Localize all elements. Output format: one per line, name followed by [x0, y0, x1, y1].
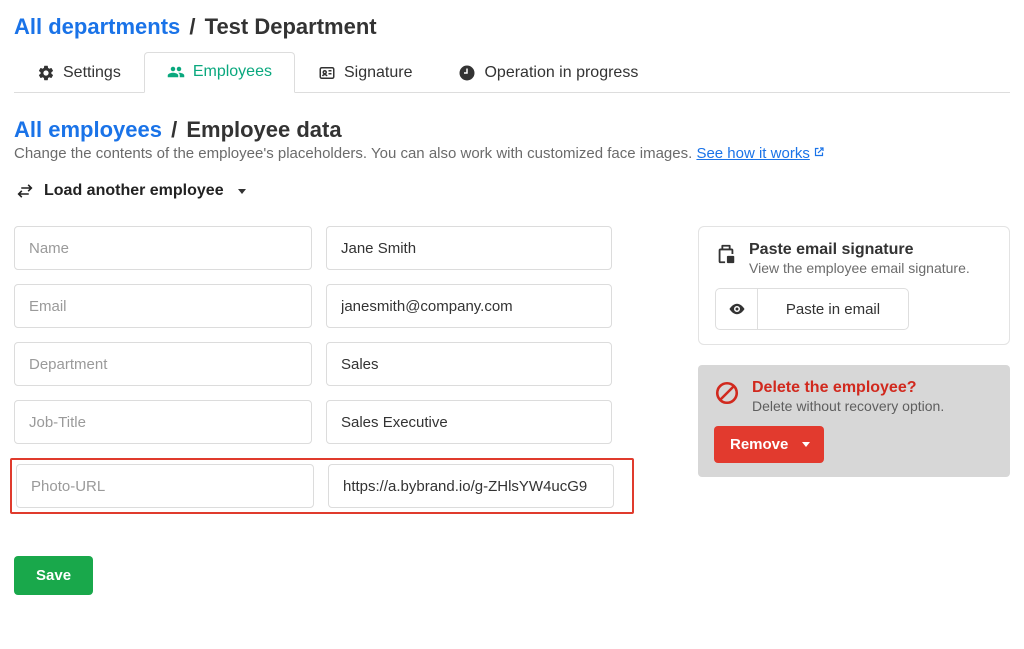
tab-signature[interactable]: Signature [295, 53, 436, 93]
field-row-email [14, 284, 630, 328]
clock-icon [458, 64, 476, 82]
gear-icon [37, 64, 55, 82]
breadcrumb: All departments / Test Department [14, 14, 1010, 40]
load-another-employee[interactable]: Load another employee [14, 182, 246, 200]
tab-label: Employees [193, 63, 272, 81]
tab-label: Operation in progress [484, 64, 638, 82]
section-breadcrumb: All employees / Employee data [14, 117, 1010, 143]
paste-icon [715, 243, 737, 265]
field-row-job-title [14, 400, 630, 444]
id-card-icon [318, 64, 336, 82]
swap-icon [14, 182, 34, 200]
delete-card-subtitle: Delete without recovery option. [752, 398, 944, 414]
chevron-down-icon [802, 442, 810, 447]
email-input[interactable] [326, 284, 612, 328]
photo-url-label [16, 464, 314, 508]
breadcrumb-current-section: Employee data [186, 117, 341, 142]
breadcrumb-all-employees[interactable]: All employees [14, 117, 162, 142]
remove-button[interactable]: Remove [714, 426, 824, 463]
external-link-icon [813, 145, 825, 162]
paste-card-title: Paste email signature [749, 241, 970, 259]
paste-button-label: Paste in email [758, 301, 908, 318]
department-label [14, 342, 312, 386]
breadcrumb-all-departments[interactable]: All departments [14, 14, 180, 39]
email-label [14, 284, 312, 328]
tabs: Settings Employees Signature Operation i… [14, 52, 1010, 93]
chevron-down-icon [238, 189, 246, 194]
field-row-name [14, 226, 630, 270]
job-title-input[interactable] [326, 400, 612, 444]
photo-url-input[interactable] [328, 464, 614, 508]
remove-button-label: Remove [730, 436, 788, 453]
employee-form: Save [14, 226, 630, 595]
helper-text: Change the contents of the employee's pl… [14, 145, 1010, 162]
tab-operation[interactable]: Operation in progress [435, 53, 661, 93]
save-button[interactable]: Save [14, 556, 93, 595]
delete-employee-card: Delete the employee? Delete without reco… [698, 365, 1010, 477]
breadcrumb-separator: / [189, 14, 195, 39]
paste-in-email-button[interactable]: Paste in email [715, 288, 909, 330]
no-entry-icon [714, 380, 740, 406]
department-input[interactable] [326, 342, 612, 386]
name-label [14, 226, 312, 270]
people-icon [167, 63, 185, 81]
breadcrumb-separator: / [171, 117, 177, 142]
load-another-label: Load another employee [44, 182, 224, 200]
delete-card-title: Delete the employee? [752, 379, 944, 397]
name-input[interactable] [326, 226, 612, 270]
job-title-label [14, 400, 312, 444]
eye-icon [716, 289, 758, 329]
tab-employees[interactable]: Employees [144, 52, 295, 93]
paste-signature-card: Paste email signature View the employee … [698, 226, 1010, 345]
tab-label: Signature [344, 64, 413, 82]
breadcrumb-current-department: Test Department [205, 14, 377, 39]
field-row-photo-url [10, 458, 634, 514]
paste-card-subtitle: View the employee email signature. [749, 260, 970, 276]
see-how-link[interactable]: See how it works [696, 145, 824, 162]
tab-label: Settings [63, 64, 121, 82]
field-row-department [14, 342, 630, 386]
tab-settings[interactable]: Settings [14, 53, 144, 93]
